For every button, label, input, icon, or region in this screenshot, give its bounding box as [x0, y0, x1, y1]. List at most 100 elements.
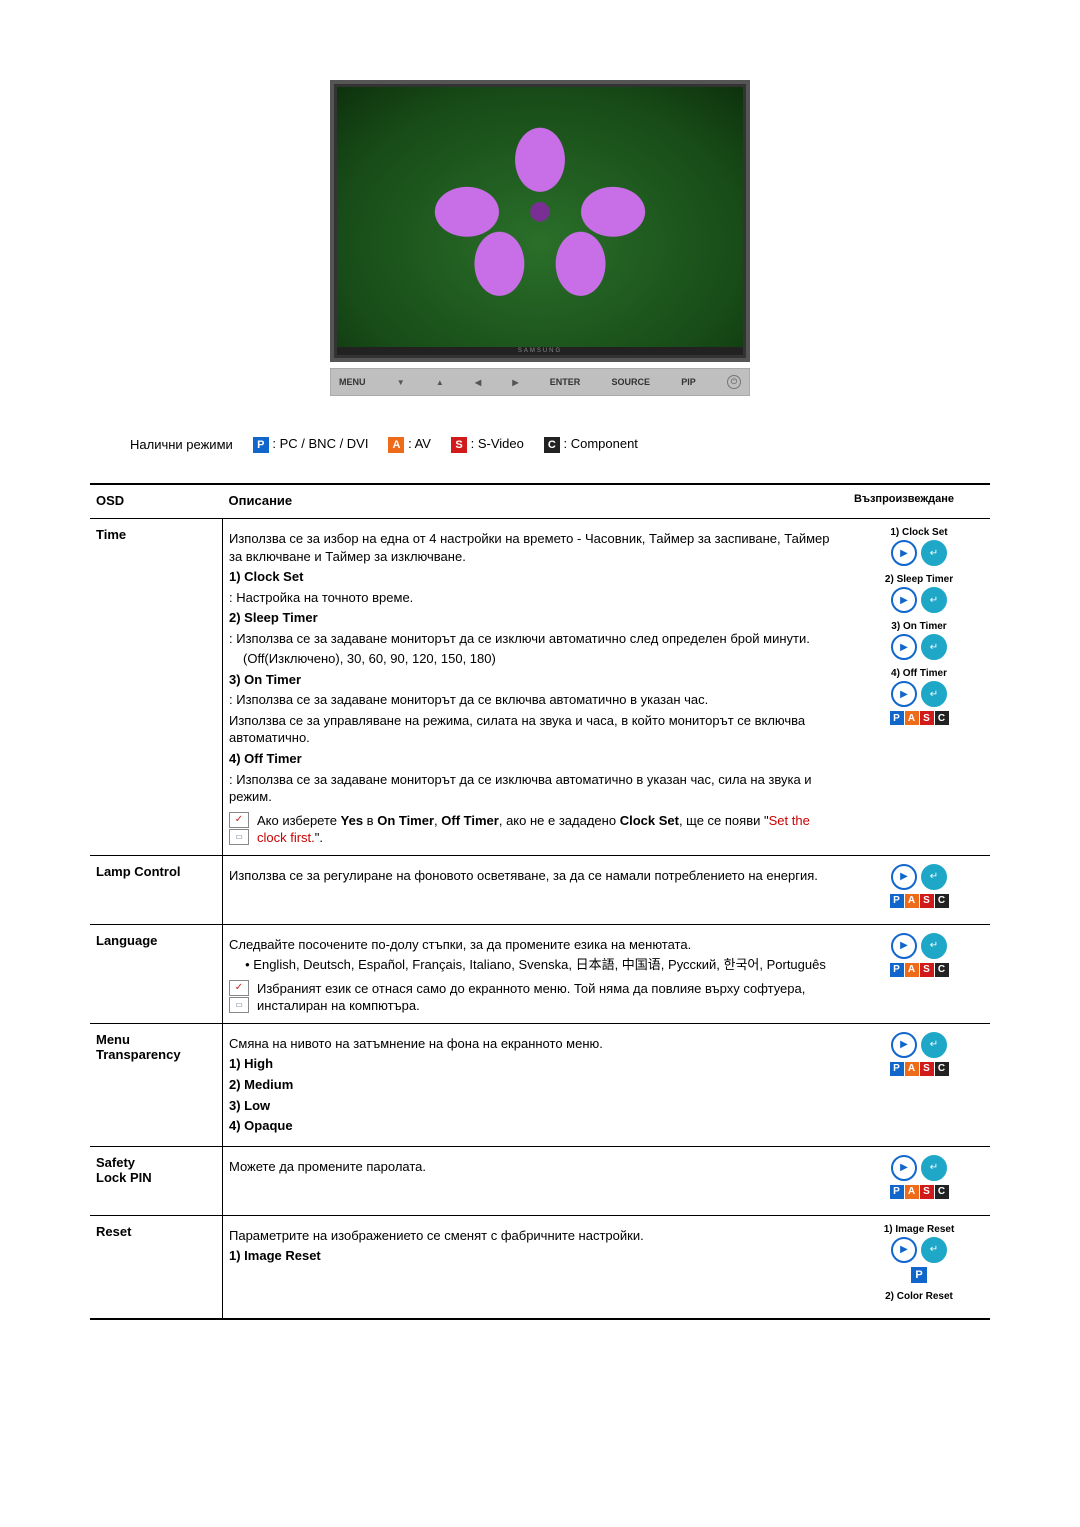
language-name: Language: [90, 924, 223, 1023]
mode-s-icon: S: [451, 437, 467, 453]
badge-a-icon: A: [905, 1185, 919, 1199]
time-sleep-opts: (Off(Изключено), 30, 60, 90, 120, 150, 1…: [243, 650, 842, 668]
pasc-badges: P A S C: [890, 894, 949, 908]
left-icon[interactable]: ◀: [475, 378, 481, 387]
language-list: • English, Deutsch, Español, Français, I…: [229, 956, 842, 974]
row-lamp: Lamp Control Използва се за регулиране н…: [90, 855, 990, 924]
monitor-illustration: SAMSUNG MENU ▼ ▲ ◀ ▶ ENTER SOURCE PIP ⏻: [90, 80, 990, 396]
badge-c-icon: C: [935, 894, 949, 908]
play-icon: ▶: [891, 933, 917, 959]
time-note-mid1: в: [363, 813, 377, 828]
play-image-reset-label: 1) Image Reset: [884, 1224, 955, 1235]
modes-legend: Налични режими P : PC / BNC / DVI A : AV…: [130, 436, 990, 453]
time-clockset-title: 1) Clock Set: [229, 568, 842, 586]
mode-c-icon: C: [544, 437, 560, 453]
enter-icon: ↵: [921, 933, 947, 959]
badge-c-icon: C: [935, 963, 949, 977]
time-sleep-title: 2) Sleep Timer: [229, 609, 842, 627]
pasc-badges: P A S C: [890, 963, 949, 977]
pasc-badges: P A S C: [890, 1185, 949, 1199]
source-button-label[interactable]: SOURCE: [611, 377, 650, 387]
row-reset: Reset Параметрите на изображението се см…: [90, 1215, 990, 1319]
down-icon[interactable]: ▼: [397, 378, 405, 387]
mode-a-text: : AV: [408, 436, 431, 451]
mode-p-text: : PC / BNC / DVI: [272, 436, 368, 451]
play-icon: ▶: [891, 1032, 917, 1058]
time-note-off: Off Timer: [441, 813, 499, 828]
menu-trans-text: Смяна на нивото на затъмнение на фона на…: [229, 1035, 842, 1053]
safety-text: Можете да промените паролата.: [229, 1158, 842, 1176]
head-play: Възпроизвеждане: [848, 484, 990, 519]
head-desc: Описание: [223, 484, 849, 519]
row-safety: Safety Lock PIN Можете да промените паро…: [90, 1146, 990, 1215]
menu-trans-i2: 2) Medium: [229, 1076, 842, 1094]
lamp-name: Lamp Control: [90, 855, 223, 924]
play-on: 3) On Timer ▶↵: [854, 621, 984, 660]
play-color-reset: 2) Color Reset: [854, 1291, 984, 1302]
menu-trans-i1: 1) High: [229, 1055, 842, 1073]
play-on-label: 3) On Timer: [891, 621, 946, 632]
pip-button-label[interactable]: PIP: [681, 377, 696, 387]
play-off-label: 4) Off Timer: [891, 668, 947, 679]
pasc-badges: P A S C: [890, 711, 949, 725]
menu-button-label[interactable]: MENU: [339, 377, 366, 387]
play-icon: ▶: [891, 634, 917, 660]
time-on-text2: Използва се за управляване на режима, си…: [229, 712, 842, 747]
safety-name2: Lock PIN: [96, 1170, 216, 1185]
time-off-text: : Използва се за задаване мониторът да с…: [229, 771, 842, 806]
play-color-reset-label: 2) Color Reset: [885, 1291, 953, 1302]
play-sleep-label: 2) Sleep Timer: [885, 574, 953, 585]
badge-p-icon: P: [890, 711, 904, 725]
badge-p-icon: P: [911, 1267, 927, 1283]
modes-label: Налични режими: [130, 437, 233, 452]
play-sleep: 2) Sleep Timer ▶↵: [854, 574, 984, 613]
monitor-screen: [337, 87, 743, 347]
enter-icon: ↵: [921, 587, 947, 613]
play-icon: ▶: [891, 681, 917, 707]
time-note-clock: Clock Set: [620, 813, 679, 828]
time-note-on: On Timer: [377, 813, 434, 828]
time-clockset-text: : Настройка на точното време.: [229, 589, 842, 607]
enter-icon: ↵: [921, 864, 947, 890]
up-icon[interactable]: ▲: [436, 378, 444, 387]
play-lamp: ▶↵ P A S C: [854, 864, 984, 908]
time-name: Time: [90, 519, 223, 856]
play-language: ▶↵ P A S C: [854, 933, 984, 977]
reset-name: Reset: [90, 1215, 223, 1319]
lamp-text: Използва се за регулиране на фоновото ос…: [229, 867, 842, 885]
badge-s-icon: S: [920, 1062, 934, 1076]
badge-p-icon: P: [890, 1062, 904, 1076]
play-icon: ▶: [891, 864, 917, 890]
mode-a-icon: A: [388, 437, 404, 453]
enter-icon: ↵: [921, 634, 947, 660]
note-icon: ✓ ▭: [229, 980, 249, 1013]
mode-p-icon: P: [253, 437, 269, 453]
menu-trans-i3: 3) Low: [229, 1097, 842, 1115]
badge-p-icon: P: [890, 963, 904, 977]
play-icon: ▶: [891, 1237, 917, 1263]
enter-button-label[interactable]: ENTER: [550, 377, 581, 387]
time-on-title: 3) On Timer: [229, 671, 842, 689]
badge-s-icon: S: [920, 963, 934, 977]
time-note-pre: Ако изберете: [257, 813, 341, 828]
page: SAMSUNG MENU ▼ ▲ ◀ ▶ ENTER SOURCE PIP ⏻ …: [0, 0, 1080, 1380]
play-menu-trans: ▶↵ P A S C: [854, 1032, 984, 1076]
menu-trans-name2: Transparency: [96, 1047, 216, 1062]
play-clockset-label: 1) Clock Set: [890, 527, 947, 538]
time-sleep-text: : Използва се за задаване мониторът да с…: [229, 630, 842, 648]
enter-icon: ↵: [921, 681, 947, 707]
menu-trans-i4: 4) Opaque: [229, 1117, 842, 1135]
time-note: ✓ ▭ Ако изберете Yes в On Timer, Off Tim…: [229, 812, 842, 847]
right-icon[interactable]: ▶: [512, 378, 518, 387]
time-note-post2: ".: [315, 830, 323, 845]
time-on-text1: : Използва се за задаване мониторът да с…: [229, 691, 842, 709]
enter-icon: ↵: [921, 1155, 947, 1181]
power-icon[interactable]: ⏻: [727, 375, 741, 389]
reset-text: Параметрите на изображението се сменят с…: [229, 1227, 842, 1245]
badge-a-icon: A: [905, 963, 919, 977]
head-osd: OSD: [90, 484, 223, 519]
play-icon: ▶: [891, 540, 917, 566]
row-time: Time Използва се за избор на една от 4 н…: [90, 519, 990, 856]
language-text: Следвайте посочените по-долу стъпки, за …: [229, 936, 842, 954]
badge-c-icon: C: [935, 711, 949, 725]
